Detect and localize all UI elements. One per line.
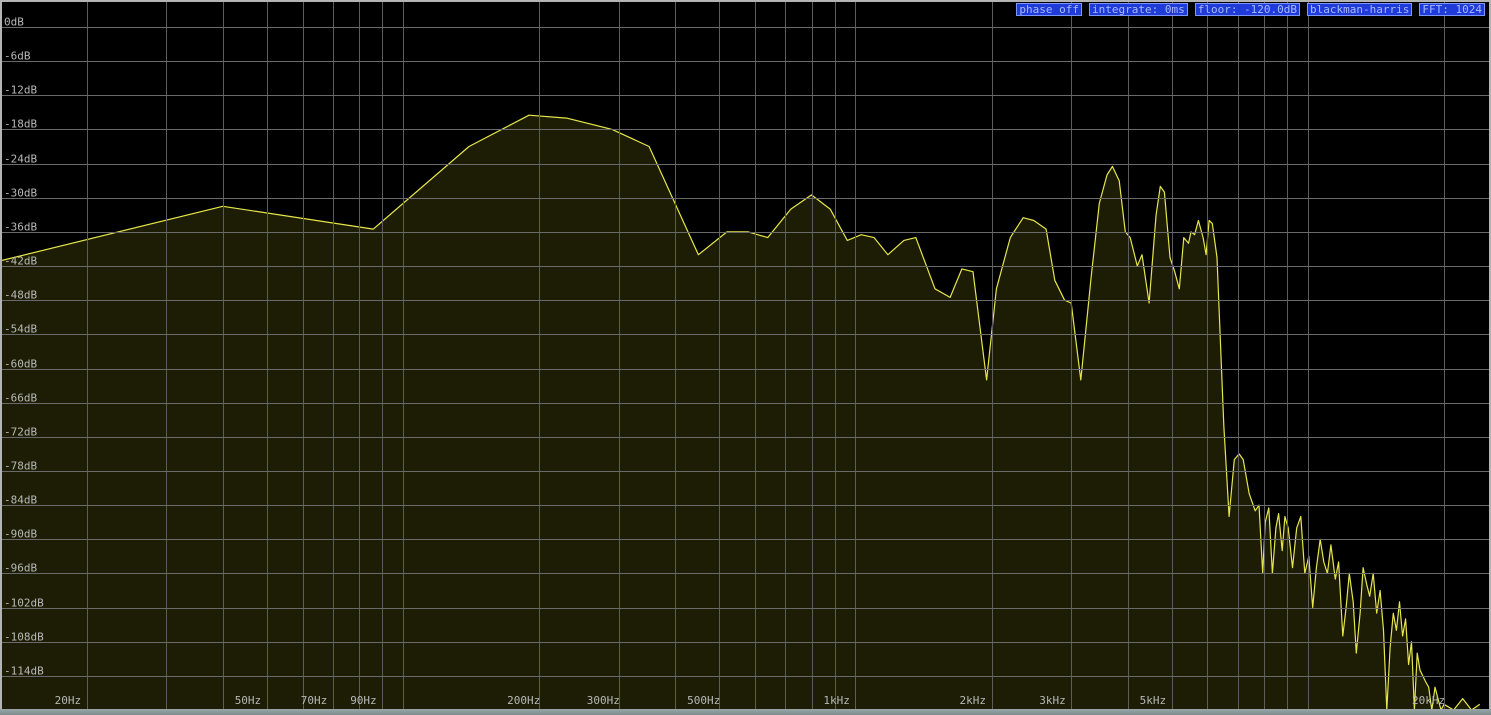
x-tick-label: 500Hz — [687, 694, 720, 707]
y-tick-label: -102dB — [4, 597, 44, 610]
x-tick-label: 1kHz — [823, 694, 850, 707]
y-tick-label: -108dB — [4, 631, 44, 644]
x-tick-label: 70Hz — [301, 694, 328, 707]
y-tick-label: -114dB — [4, 665, 44, 678]
y-tick-label: -6dB — [4, 50, 31, 63]
y-tick-label: -54dB — [4, 323, 37, 336]
y-tick-label: -24dB — [4, 153, 37, 166]
y-tick-label: -90dB — [4, 528, 37, 541]
x-tick-label: 200Hz — [507, 694, 540, 707]
y-tick-label: -12dB — [4, 84, 37, 97]
x-tick-label: 90Hz — [350, 694, 377, 707]
x-tick-label: 2kHz — [960, 694, 987, 707]
y-tick-label: -66dB — [4, 392, 37, 405]
y-tick-label: -78dB — [4, 460, 37, 473]
y-tick-label: -84dB — [4, 494, 37, 507]
x-tick-label: 20Hz — [55, 694, 82, 707]
x-tick-label: 50Hz — [235, 694, 262, 707]
y-tick-label: -48dB — [4, 289, 37, 302]
bottom-strip — [0, 709, 1491, 715]
window-function-setting[interactable]: blackman-harris — [1307, 3, 1413, 16]
y-tick-label: 0dB — [4, 16, 24, 29]
fft-size-setting[interactable]: FFT: 1024 — [1419, 3, 1485, 16]
phase-toggle[interactable]: phase off — [1016, 3, 1082, 16]
floor-setting[interactable]: floor: -120.0dB — [1194, 3, 1301, 16]
y-tick-label: -60dB — [4, 358, 37, 371]
x-tick-label: 3kHz — [1039, 694, 1066, 707]
y-tick-label: -42dB — [4, 255, 37, 268]
y-tick-label: -72dB — [4, 426, 37, 439]
x-tick-label: 5kHz — [1140, 694, 1167, 707]
spectrum-chart: 0dB -6dB -12dB -18dB -24dB -30dB -36dB -42dB -48… — [2, 2, 1489, 709]
y-tick-label: -30dB — [4, 187, 37, 200]
y-tick-label: -18dB — [4, 118, 37, 131]
y-tick-label: -96dB — [4, 562, 37, 575]
integrate-setting[interactable]: integrate: 0ms — [1088, 3, 1188, 16]
analyzer-frame: 0dB -6dB -12dB -18dB -24dB -30dB -36dB -42dB -48… — [0, 0, 1491, 715]
spectrum-analyzer-display[interactable]: 0dB -6dB -12dB -18dB -24dB -30dB -36dB -42dB -48… — [2, 2, 1489, 709]
status-bar: phase off integrate: 0ms floor: -120.0dB… — [1016, 3, 1485, 16]
x-tick-label: 300Hz — [587, 694, 620, 707]
y-tick-label: -36dB — [4, 221, 37, 234]
x-tick-label: 20kHz — [1412, 694, 1445, 707]
